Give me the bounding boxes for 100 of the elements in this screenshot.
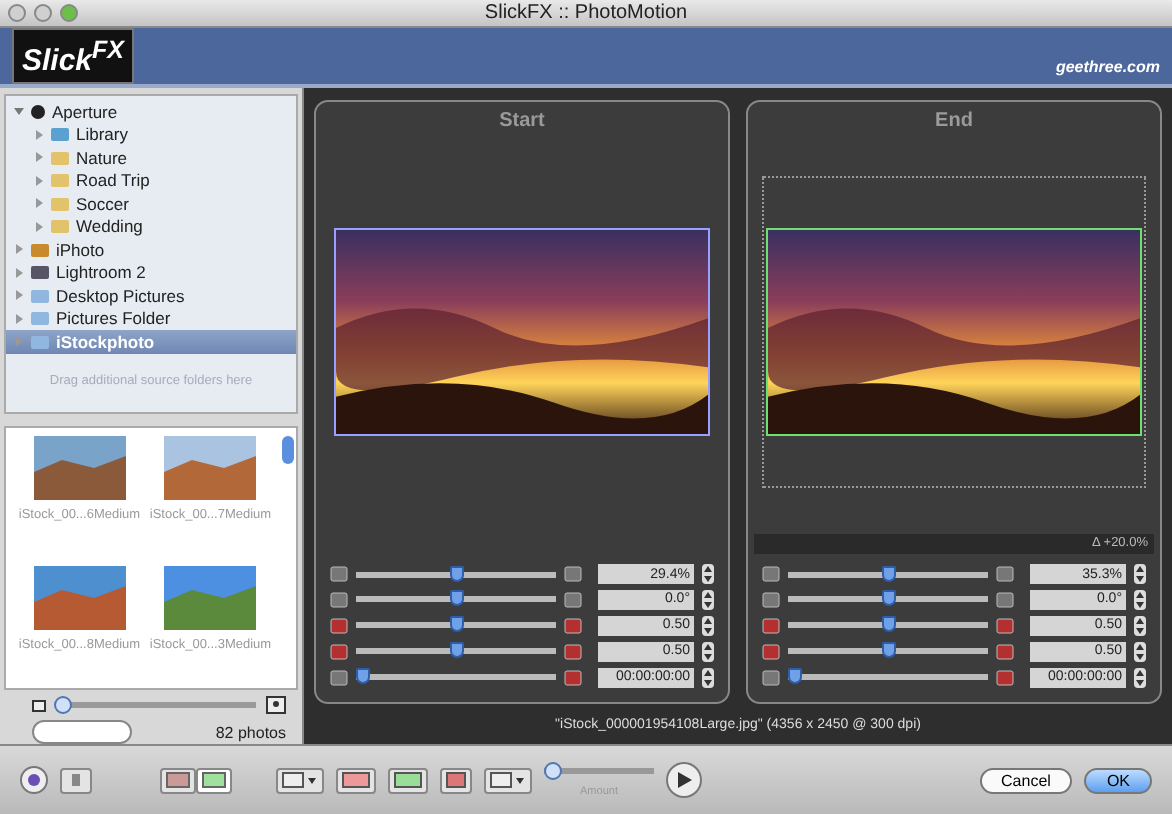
photo-thumbnail[interactable]: [164, 566, 257, 630]
view-toggle[interactable]: [160, 767, 196, 793]
library-icon: [50, 126, 70, 143]
zoom-button[interactable]: [60, 4, 78, 22]
slider-thumb[interactable]: [882, 616, 896, 633]
disclosure-triangle-icon[interactable]: [34, 198, 44, 209]
source-item[interactable]: Lightroom 2: [6, 261, 296, 284]
disclosure-triangle-icon[interactable]: [14, 106, 24, 117]
panel-title: End: [935, 110, 973, 132]
preset-menu-button[interactable]: [276, 767, 324, 793]
source-item[interactable]: Wedding: [6, 215, 296, 238]
play-button[interactable]: [666, 762, 702, 798]
source-item[interactable]: Nature: [6, 146, 296, 169]
slider-thumb[interactable]: [54, 696, 72, 714]
photos-icon: [30, 241, 50, 258]
transition-caret-icon: [490, 772, 526, 788]
large-photo-icon: [266, 696, 286, 714]
source-item[interactable]: Library: [6, 123, 296, 146]
lightroom-icon: [30, 264, 50, 281]
source-label: Pictures Folder: [56, 308, 171, 329]
play-icon: [676, 772, 692, 788]
slider-thumb[interactable]: [788, 668, 802, 685]
help-button[interactable]: [20, 766, 48, 794]
source-item[interactable]: Desktop Pictures: [6, 284, 296, 307]
person-button[interactable]: [440, 767, 472, 793]
source-label: iStockphoto: [56, 331, 155, 352]
rotate-left-icon: [762, 591, 780, 608]
source-item[interactable]: Road Trip: [6, 169, 296, 192]
source-item[interactable]: Soccer: [6, 192, 296, 215]
disclosure-triangle-icon[interactable]: [14, 267, 24, 278]
photo-thumbnail[interactable]: [33, 436, 126, 500]
disclosure-triangle-icon[interactable]: [14, 290, 24, 301]
amount-slider[interactable]: [544, 762, 654, 780]
stepper[interactable]: [1134, 564, 1146, 585]
minimize-button[interactable]: [34, 4, 52, 22]
zoom-out-icon: [762, 566, 780, 583]
photo-thumbnail[interactable]: [164, 436, 257, 500]
disclosure-triangle-icon[interactable]: [14, 313, 24, 324]
rotate-right-icon: [564, 591, 582, 608]
photo-thumbnail[interactable]: [33, 566, 126, 630]
source-label: Wedding: [76, 216, 143, 237]
slider-thumb[interactable]: [882, 590, 896, 607]
stepper[interactable]: [702, 589, 714, 610]
rotate-left-icon: [330, 591, 348, 608]
swap-button[interactable]: [336, 767, 376, 793]
document-icon: [70, 772, 82, 788]
search-field[interactable]: [32, 720, 132, 744]
info-button[interactable]: [60, 767, 92, 793]
disclosure-triangle-icon[interactable]: [34, 221, 44, 232]
stepper[interactable]: [1134, 615, 1146, 636]
slider-thumb[interactable]: [450, 590, 464, 607]
ok-button[interactable]: OK: [1084, 767, 1152, 793]
end-time-icon: [996, 669, 1014, 686]
help-icon: [26, 772, 42, 788]
source-item[interactable]: iPhoto: [6, 238, 296, 261]
stepper[interactable]: [702, 615, 714, 636]
disclosure-triangle-icon[interactable]: [14, 244, 24, 255]
source-label: Road Trip: [76, 170, 150, 191]
menu-caret-icon: [282, 772, 318, 788]
photo-count: 82 photos: [215, 723, 286, 741]
disclosure-triangle-icon[interactable]: [34, 152, 44, 163]
slider-thumb[interactable]: [450, 616, 464, 633]
stepper[interactable]: [702, 641, 714, 662]
zoom-in-icon: [564, 566, 582, 583]
layout-icon: [202, 772, 226, 788]
copy-icon: [394, 772, 422, 788]
stepper[interactable]: [702, 564, 714, 585]
website-link[interactable]: geethree.com: [1055, 58, 1160, 76]
stepper[interactable]: [1134, 667, 1146, 688]
close-button[interactable]: [8, 4, 26, 22]
swap-icon: [342, 772, 370, 788]
panel-title: Start: [499, 110, 545, 132]
slider-thumb[interactable]: [882, 565, 896, 582]
slider-thumb[interactable]: [544, 762, 562, 780]
slider-thumb[interactable]: [450, 642, 464, 659]
view-toggle[interactable]: [196, 767, 232, 793]
stepper[interactable]: [702, 667, 714, 688]
stepper[interactable]: [1134, 641, 1146, 662]
source-label: Soccer: [76, 193, 129, 214]
start-time-icon: [762, 669, 780, 686]
stepper[interactable]: [1134, 589, 1146, 610]
scrollbar-thumb[interactable]: [282, 436, 294, 464]
copy-button[interactable]: [388, 767, 428, 793]
source-label: Aperture: [52, 101, 118, 122]
disclosure-triangle-icon[interactable]: [34, 129, 44, 140]
transition-menu-button[interactable]: [484, 767, 532, 793]
disclosure-triangle-icon[interactable]: [34, 175, 44, 186]
source-label: Library: [76, 124, 128, 145]
slider-thumb[interactable]: [450, 565, 464, 582]
slider-thumb[interactable]: [356, 668, 370, 685]
slider-thumb[interactable]: [882, 642, 896, 659]
source-label: Desktop Pictures: [56, 285, 185, 306]
source-label: iPhoto: [56, 239, 105, 260]
window-title: SlickFX :: PhotoMotion: [484, 2, 688, 24]
source-item[interactable]: Pictures Folder: [6, 307, 296, 330]
source-label: Nature: [76, 147, 128, 168]
cancel-button[interactable]: Cancel: [979, 767, 1073, 793]
source-item[interactable]: Aperture: [6, 100, 296, 123]
thumbnail-size-slider[interactable]: [56, 696, 256, 714]
end-time-icon: [564, 669, 582, 686]
